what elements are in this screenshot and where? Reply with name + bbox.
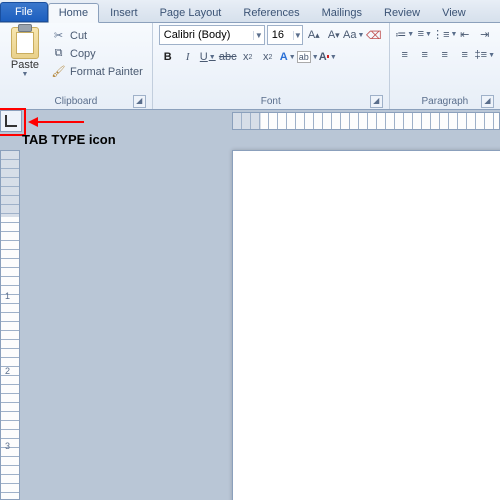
change-case-button[interactable]: Aa▼ [345,26,363,44]
tab-page-layout[interactable]: Page Layout [149,3,233,22]
ruler-mark: 2 [5,366,10,376]
group-font: ▼ ▼ A▴ A▾ Aa▼ ⌫ B I U▼ abc x2 x2 A▼ ab▼ [153,23,390,109]
font-name-combo[interactable]: ▼ [159,25,265,45]
clear-formatting-button[interactable]: ⌫ [365,26,383,44]
decrease-indent-button[interactable]: ⇤ [456,25,474,43]
text-effects-button[interactable]: A▼ [279,48,297,66]
align-center-button[interactable]: ≡ [416,46,434,64]
tab-insert[interactable]: Insert [99,3,149,22]
group-paragraph: ≔▼ ≡▼ ⋮≡▼ ⇤ ⇥ ≡ ≡ ≡ ≡ ‡≡▼ Paragraph ◢ [390,23,500,109]
subscript-button[interactable]: x2 [239,48,257,66]
underline-button[interactable]: U▼ [199,48,217,66]
bold-button[interactable]: B [159,48,177,66]
tab-references[interactable]: References [232,3,310,22]
increase-indent-button[interactable]: ⇥ [476,25,494,43]
grow-font-button[interactable]: A▴ [305,26,323,44]
tab-type-selector[interactable] [0,110,22,132]
tab-home[interactable]: Home [48,3,99,23]
numbering-button[interactable]: ≡▼ [416,25,434,43]
font-size-input[interactable] [268,29,293,41]
tab-stop-left-icon [5,115,17,127]
line-spacing-button[interactable]: ‡≡▼ [476,46,494,64]
multilevel-list-button[interactable]: ⋮≡▼ [436,25,454,43]
align-right-button[interactable]: ≡ [436,46,454,64]
chevron-down-icon[interactable]: ▼ [253,31,264,40]
strikethrough-button[interactable]: abc [219,48,237,66]
horizontal-ruler[interactable] [232,112,500,130]
copy-icon: ⧉ [51,46,66,61]
bullets-button[interactable]: ≔▼ [396,25,414,43]
format-painter-button[interactable]: 🖌 Format Painter [48,63,146,80]
copy-button[interactable]: ⧉ Copy [48,45,146,62]
justify-button[interactable]: ≡ [456,46,474,64]
document-page[interactable] [232,150,500,500]
ribbon: Paste ▼ ✂ Cut ⧉ Copy 🖌 Format Painter Cl… [0,23,500,110]
vertical-ruler[interactable]: 1 2 3 [0,150,20,500]
paragraph-dialog-launcher[interactable]: ◢ [481,95,494,108]
paste-icon [11,27,39,59]
highlight-button[interactable]: ab▼ [299,48,317,66]
brush-icon: 🖌 [51,64,66,79]
font-dialog-launcher[interactable]: ◢ [370,95,383,108]
cut-label: Cut [70,30,87,42]
shrink-font-button[interactable]: A▾ [325,26,343,44]
paste-label: Paste [11,59,39,71]
annotation-arrow [28,116,84,128]
ruler-mark: 1 [5,291,10,301]
scissors-icon: ✂ [51,28,66,43]
paste-button[interactable]: Paste ▼ [6,25,44,78]
copy-label: Copy [70,48,96,60]
font-color-button[interactable]: A▼ [319,48,337,66]
ribbon-tabs: File Home Insert Page Layout References … [0,0,500,23]
cut-button[interactable]: ✂ Cut [48,27,146,44]
format-painter-label: Format Painter [70,66,143,78]
tab-mailings[interactable]: Mailings [311,3,373,22]
tab-review[interactable]: Review [373,3,431,22]
annotation-label: TAB TYPE icon [22,132,116,147]
group-clipboard: Paste ▼ ✂ Cut ⧉ Copy 🖌 Format Painter Cl… [0,23,153,109]
align-left-button[interactable]: ≡ [396,46,414,64]
font-size-combo[interactable]: ▼ [267,25,303,45]
group-font-title: Font [261,96,281,107]
font-name-input[interactable] [160,29,253,41]
italic-button[interactable]: I [179,48,197,66]
superscript-button[interactable]: x2 [259,48,277,66]
group-paragraph-title: Paragraph [422,96,469,107]
tab-file[interactable]: File [0,2,48,22]
ruler-mark: 3 [5,441,10,451]
chevron-down-icon[interactable]: ▼ [293,31,302,40]
clipboard-dialog-launcher[interactable]: ◢ [133,95,146,108]
tab-view[interactable]: View [431,3,477,22]
document-workspace: TAB TYPE icon 1 2 3 [0,110,500,500]
chevron-down-icon: ▼ [22,71,29,78]
group-clipboard-title: Clipboard [54,96,97,107]
